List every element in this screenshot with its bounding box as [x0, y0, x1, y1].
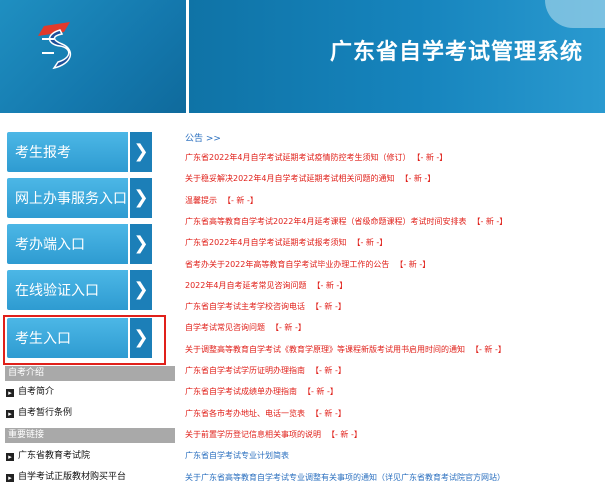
sidebar-link-textbook-store[interactable]: ▸ 自学考试正版教材购买平台	[6, 470, 126, 484]
nav-button-exam-registration[interactable]: 考生报考 ❯	[7, 132, 152, 172]
notice-link[interactable]: 2022年4月自考延考常见咨询问题	[185, 281, 306, 290]
notice-link[interactable]: 广东省2022年4月自学考试延期考试报考须知	[185, 238, 346, 247]
notice-link[interactable]: 温馨提示	[185, 196, 217, 205]
sidebar-link-intro[interactable]: ▸ 自考简介	[6, 385, 54, 399]
logo-panel	[0, 0, 186, 113]
notice-item: 关于稳妥解决2022年4月自学考试延期考试相关问题的通知 【- 新 -】	[185, 173, 435, 185]
new-badge: 【- 新 -】	[223, 195, 258, 205]
header-banner: 广东省自学考试管理系统	[189, 0, 605, 113]
new-badge: 【- 新 -】	[471, 344, 506, 354]
new-badge: 【- 新 -】	[311, 408, 346, 418]
notice-link[interactable]: 广东省高等教育自学考试2022年4月延考课程（省级命题课程）考试时间安排表	[185, 217, 466, 226]
new-badge: 【- 新 -】	[472, 216, 508, 226]
notice-heading[interactable]: 公告 >>	[185, 132, 605, 146]
notice-item: 广东省2022年4月自学考试延期考试报考须知 【- 新 -】	[185, 237, 387, 249]
notice-link[interactable]: 关于稳妥解决2022年4月自学考试延期考试相关问题的通知	[185, 174, 394, 183]
notice-item: 省考办关于2022年高等教育自学考试毕业办理工作的公告 【- 新 -】	[185, 259, 430, 271]
notice-link[interactable]: 关于调整高等教育自学考试《教育学原理》等课程新版考试用书启用时间的通知	[185, 345, 465, 354]
notice-link[interactable]: 广东省各市考办地址、电话一览表	[185, 409, 305, 418]
nav-button-exam-office[interactable]: 考办端入口 ❯	[7, 224, 152, 264]
notice-link[interactable]: 关于广东省高等教育自学考试专业调整有关事项的通知（详见广东省教育考试院官方网站）	[185, 473, 505, 482]
new-badge: 【- 新 -】	[395, 259, 431, 269]
notice-item: 广东省2022年4月自学考试延期考试疫情防控考生须知（修订） 【- 新 -】	[185, 152, 447, 164]
notice-item: 2022年4月自考延考常见咨询问题 【- 新 -】	[185, 280, 347, 292]
notice-item: 关于前置学历登记信息相关事项的说明 【- 新 -】	[185, 429, 362, 441]
new-badge: 【- 新 -】	[312, 280, 348, 290]
highlight-box	[3, 315, 166, 365]
notice-item: 广东省各市考办地址、电话一览表 【- 新 -】	[185, 408, 346, 420]
chevron-right-icon: ❯	[128, 224, 152, 264]
notice-link[interactable]: 关于前置学历登记信息相关事项的说明	[185, 430, 321, 439]
site-title: 广东省自学考试管理系统	[329, 40, 583, 65]
nav-button-online-verification[interactable]: 在线验证入口 ❯	[7, 270, 152, 310]
sidebar-link-regulations[interactable]: ▸ 自考暂行条例	[6, 406, 72, 420]
chevron-right-icon: ❯	[128, 178, 152, 218]
new-badge: 【- 新 -】	[303, 387, 338, 397]
new-badge: 【- 新 -】	[311, 302, 346, 312]
notice-item: 关于调整高等教育自学考试《教育学原理》等课程新版考试用书启用时间的通知 【- 新 …	[185, 344, 506, 356]
new-badge: 【- 新 -】	[416, 153, 448, 162]
new-badge: 【- 新 -】	[352, 238, 388, 248]
arrow-bullet-icon: ▸	[6, 474, 14, 482]
exam-logo-icon	[38, 22, 72, 70]
section-title-links: 重要链接	[5, 428, 175, 443]
sidebar-link-exam-institute[interactable]: ▸ 广东省教育考试院	[6, 449, 90, 463]
nav-button-label: 考生报考	[15, 145, 71, 161]
new-badge: 【- 新 -】	[271, 323, 306, 333]
notice-item: 广东省高等教育自学考试2022年4月延考课程（省级命题课程）考试时间安排表 【- …	[185, 216, 507, 228]
new-badge: 【- 新 -】	[311, 366, 346, 375]
notice-link[interactable]: 广东省2022年4月自学考试延期考试疫情防控考生须知（修订）	[185, 153, 410, 162]
new-badge: 【- 新 -】	[327, 429, 362, 439]
arrow-bullet-icon: ▸	[6, 453, 14, 461]
notice-link[interactable]: 自学考试常见咨询问题	[185, 323, 265, 332]
notice-link[interactable]: 广东省自学考试成绩单办理指南	[185, 387, 297, 396]
chevron-right-icon: ❯	[128, 270, 152, 310]
nav-button-label: 考办端入口	[15, 237, 85, 253]
nav-button-label: 在线验证入口	[15, 283, 99, 299]
notice-item: 温馨提示 【- 新 -】	[185, 195, 258, 207]
notice-item: 广东省自学考试专业计划简表	[185, 450, 289, 462]
notice-link[interactable]: 省考办关于2022年高等教育自学考试毕业办理工作的公告	[185, 260, 389, 269]
arrow-bullet-icon: ▸	[6, 410, 14, 418]
notice-item: 广东省自学考试成绩单办理指南 【- 新 -】	[185, 386, 338, 398]
arrow-bullet-icon: ▸	[6, 389, 14, 397]
notice-item: 关于广东省高等教育自学考试专业调整有关事项的通知（详见广东省教育考试院官方网站）	[185, 472, 505, 484]
notice-item: 广东省自学考试主考学校咨询电话 【- 新 -】	[185, 301, 346, 313]
nav-button-online-services[interactable]: 网上办事服务入口 ❯	[7, 178, 152, 218]
new-badge: 【- 新 -】	[400, 174, 436, 184]
notice-link[interactable]: 广东省自学考试学历证明办理指南	[185, 366, 305, 375]
chevron-right-icon: ❯	[128, 132, 152, 172]
notice-link[interactable]: 广东省自学考试专业计划简表	[185, 451, 289, 460]
puzzle-decoration-icon	[545, 0, 605, 28]
notice-item: 广东省自学考试学历证明办理指南 【- 新 -】	[185, 365, 346, 377]
notice-link[interactable]: 广东省自学考试主考学校咨询电话	[185, 302, 305, 311]
section-title-intro: 自考介绍	[5, 366, 175, 381]
notice-item: 自学考试常见咨询问题 【- 新 -】	[185, 322, 306, 334]
nav-button-label: 网上办事服务入口	[15, 191, 127, 207]
header: 广东省自学考试管理系统	[0, 0, 605, 113]
notice-panel: 公告 >> 广东省2022年4月自学考试延期考试疫情防控考生须知（修订） 【- 新…	[185, 132, 605, 482]
